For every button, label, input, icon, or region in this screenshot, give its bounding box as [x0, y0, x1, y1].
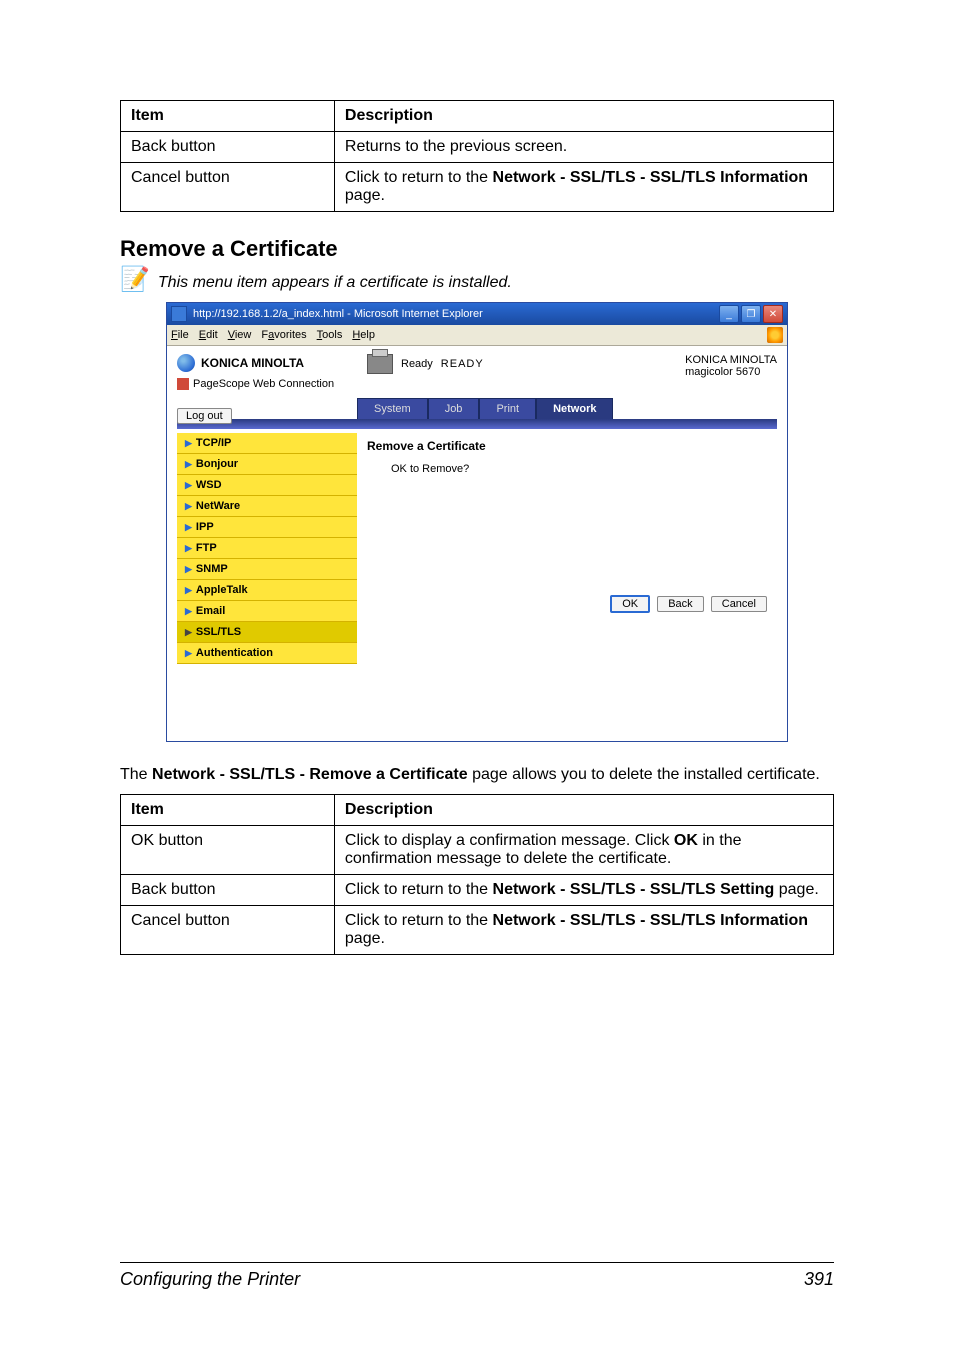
- tab-print[interactable]: Print: [479, 398, 536, 419]
- col-desc-header: Description: [334, 795, 833, 826]
- menu-help[interactable]: Help: [352, 329, 375, 341]
- ie-title-text: http://192.168.1.2/a_index.html - Micros…: [193, 308, 483, 320]
- sidebar-item-authentication[interactable]: ▶Authentication: [177, 643, 357, 664]
- chevron-right-icon: ▶: [185, 564, 192, 575]
- sidebar-nav: ▶TCP/IP ▶Bonjour ▶WSD ▶NetWare ▶IPP ▶FTP…: [177, 433, 357, 725]
- km-logo: KONICA MINOLTA: [177, 354, 347, 372]
- chevron-right-icon: ▶: [185, 501, 192, 512]
- footer-page-number: 391: [804, 1269, 834, 1290]
- footer-divider: [120, 1262, 834, 1263]
- pagescope-icon: [177, 378, 189, 390]
- status-ready: READY: [441, 358, 484, 370]
- printer-icon: [367, 354, 393, 374]
- menu-tools[interactable]: Tools: [317, 329, 343, 341]
- tab-divider: [177, 419, 777, 429]
- col-desc-header: Description: [334, 101, 833, 132]
- close-button[interactable]: ✕: [763, 305, 783, 323]
- chevron-right-icon: ▶: [185, 438, 192, 449]
- sidebar-item-ipp[interactable]: ▶IPP: [177, 517, 357, 538]
- device-info: KONICA MINOLTA magicolor 5670: [685, 354, 777, 378]
- cancel-button[interactable]: Cancel: [711, 596, 767, 612]
- sidebar-item-email[interactable]: ▶Email: [177, 601, 357, 622]
- table-row: Cancel button Click to return to the Net…: [121, 906, 834, 955]
- pagescope-label: PageScope Web Connection: [177, 378, 347, 390]
- sidebar-item-snmp[interactable]: ▶SNMP: [177, 559, 357, 580]
- back-button[interactable]: Back: [657, 596, 703, 612]
- chevron-right-icon: ▶: [185, 606, 192, 617]
- col-item-header: Item: [121, 795, 335, 826]
- sidebar-item-appletalk[interactable]: ▶AppleTalk: [177, 580, 357, 601]
- cell-item: Back button: [121, 132, 335, 163]
- tab-system[interactable]: System: [357, 398, 428, 419]
- cell-desc: Click to return to the Network - SSL/TLS…: [334, 163, 833, 212]
- ie-title-area: http://192.168.1.2/a_index.html - Micros…: [171, 306, 483, 322]
- tabs-row: System Job Print Network: [357, 398, 777, 419]
- section-heading: Remove a Certificate: [120, 236, 834, 262]
- window-buttons: _ ❐ ✕: [719, 305, 783, 323]
- menu-view[interactable]: View: [228, 329, 252, 341]
- item-description-table-bottom: Item Description OK button Click to disp…: [120, 794, 834, 955]
- note-icon: 📝: [120, 268, 150, 292]
- sidebar-item-ssltls[interactable]: ▶SSL/TLS: [177, 622, 357, 643]
- minimize-button[interactable]: _: [719, 305, 739, 323]
- menu-file[interactable]: File: [171, 329, 189, 341]
- cell-item: Cancel button: [121, 906, 335, 955]
- item-description-table-top: Item Description Back button Returns to …: [120, 100, 834, 212]
- chevron-right-icon: ▶: [185, 648, 192, 659]
- cell-desc: Click to return to the Network - SSL/TLS…: [334, 906, 833, 955]
- km-brand-text: KONICA MINOLTA: [201, 356, 304, 370]
- button-row: OK Back Cancel: [367, 595, 767, 613]
- sidebar-item-wsd[interactable]: ▶WSD: [177, 475, 357, 496]
- table-row: Back button Click to return to the Netwo…: [121, 875, 834, 906]
- sidebar-item-netware[interactable]: ▶NetWare: [177, 496, 357, 517]
- sidebar-item-ftp[interactable]: ▶FTP: [177, 538, 357, 559]
- logout-button[interactable]: Log out: [177, 408, 232, 424]
- table-row: Cancel button Click to return to the Net…: [121, 163, 834, 212]
- main-title: Remove a Certificate: [367, 439, 767, 453]
- tab-job[interactable]: Job: [428, 398, 480, 419]
- menu-favorites[interactable]: Favorites: [261, 329, 306, 341]
- ie-window: http://192.168.1.2/a_index.html - Micros…: [166, 302, 788, 742]
- maximize-button[interactable]: ❐: [741, 305, 761, 323]
- tab-network[interactable]: Network: [536, 398, 613, 419]
- cell-item: Cancel button: [121, 163, 335, 212]
- ie-logo-icon: [171, 306, 187, 322]
- sidebar-item-tcpip[interactable]: ▶TCP/IP: [177, 433, 357, 454]
- cell-item: OK button: [121, 826, 335, 875]
- chevron-right-icon: ▶: [185, 459, 192, 470]
- page-footer: Configuring the Printer 391: [120, 1262, 834, 1290]
- descriptive-paragraph: The Network - SSL/TLS - Remove a Certifi…: [120, 766, 834, 784]
- main-pane: Remove a Certificate OK to Remove? OK Ba…: [357, 433, 777, 725]
- chevron-right-icon: ▶: [185, 522, 192, 533]
- device-model: magicolor 5670: [685, 366, 777, 378]
- chevron-right-icon: ▶: [185, 585, 192, 596]
- table-row: OK button Click to display a confirmatio…: [121, 826, 834, 875]
- device-brand: KONICA MINOLTA: [685, 354, 777, 366]
- table-row: Back button Returns to the previous scre…: [121, 132, 834, 163]
- ie-throbber-icon: [767, 327, 783, 343]
- chevron-right-icon: ▶: [185, 627, 192, 638]
- sidebar-item-bonjour[interactable]: ▶Bonjour: [177, 454, 357, 475]
- cell-desc: Returns to the previous screen.: [334, 132, 833, 163]
- menu-edit[interactable]: Edit: [199, 329, 218, 341]
- main-message: OK to Remove?: [391, 463, 767, 475]
- footer-title: Configuring the Printer: [120, 1269, 300, 1290]
- cell-item: Back button: [121, 875, 335, 906]
- printer-status: Ready READY: [367, 354, 547, 374]
- cell-desc: Click to display a confirmation message.…: [334, 826, 833, 875]
- note-text: This menu item appears if a certificate …: [158, 268, 512, 292]
- ie-titlebar: http://192.168.1.2/a_index.html - Micros…: [167, 303, 787, 325]
- col-item-header: Item: [121, 101, 335, 132]
- chevron-right-icon: ▶: [185, 480, 192, 491]
- chevron-right-icon: ▶: [185, 543, 192, 554]
- ie-menubar: File Edit View Favorites Tools Help: [167, 325, 787, 346]
- ok-button[interactable]: OK: [610, 595, 650, 613]
- status-label: Ready: [401, 358, 433, 370]
- note-row: 📝 This menu item appears if a certificat…: [120, 268, 834, 292]
- km-globe-icon: [177, 354, 195, 372]
- cell-desc: Click to return to the Network - SSL/TLS…: [334, 875, 833, 906]
